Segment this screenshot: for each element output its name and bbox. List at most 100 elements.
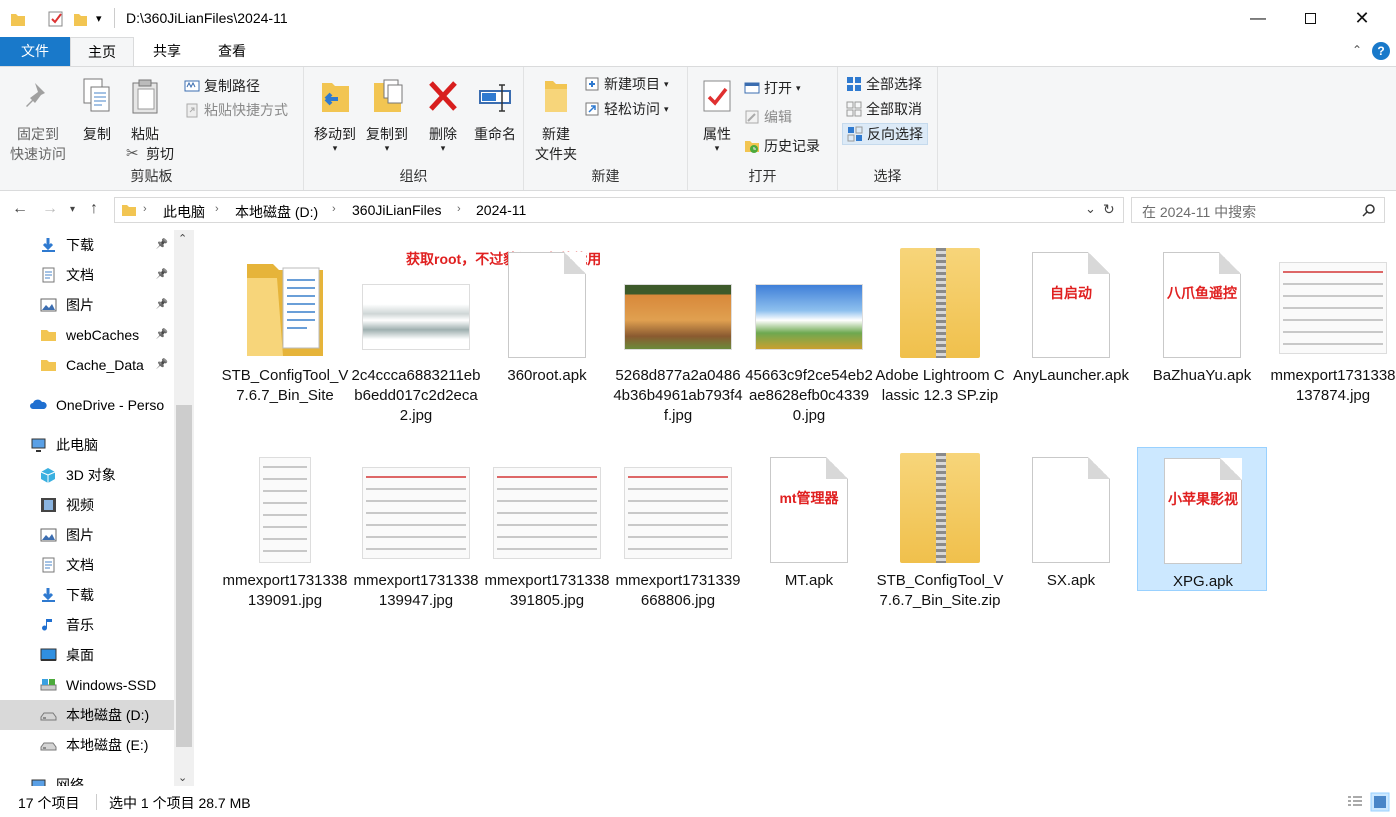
sidebar-item-music[interactable]: 音乐 xyxy=(0,610,174,640)
delete-dropdown-icon: ▾ xyxy=(440,143,446,153)
drive-icon xyxy=(40,742,57,751)
file-item[interactable]: mmexport1731338139091.jpg xyxy=(220,447,350,647)
sidebar-item-label: 文档 xyxy=(66,267,94,283)
breadcrumb-this-pc[interactable]: 此电脑 xyxy=(163,202,205,222)
file-item[interactable]: SX.apk xyxy=(1006,447,1136,647)
rename-button[interactable]: 重命名 xyxy=(468,73,522,144)
details-view-icon[interactable] xyxy=(1346,794,1364,810)
properties-quick-icon[interactable] xyxy=(48,10,64,28)
maximize-button[interactable] xyxy=(1284,0,1336,37)
search-input[interactable]: 在 2024-11 中搜索 xyxy=(1131,197,1385,223)
sidebar-item-drive-d[interactable]: 本地磁盘 (D:) xyxy=(0,700,174,730)
address-dropdown-icon[interactable]: ⌄ xyxy=(1085,201,1096,217)
tab-view[interactable]: 查看 xyxy=(200,37,264,66)
file-item[interactable]: 自启动 AnyLauncher.apk xyxy=(1006,242,1136,442)
tab-file[interactable]: 文件 xyxy=(0,37,70,66)
up-arrow-icon[interactable]: ↑ xyxy=(90,200,98,218)
sidebar-item-webcaches[interactable]: webCaches 📌 xyxy=(0,320,174,350)
history-button[interactable]: 历史记录 xyxy=(744,135,820,157)
easy-access-button[interactable]: 轻松访问 ▾ xyxy=(584,98,669,120)
nav-scrollbar-thumb[interactable] xyxy=(176,405,192,747)
file-item[interactable]: 360root.apk xyxy=(482,242,612,442)
apk-file-icon: 自启动 xyxy=(1032,252,1110,358)
properties-button[interactable]: 属性 ▾ xyxy=(694,73,740,153)
new-folder-button[interactable]: 新建 文件夹 xyxy=(528,73,584,164)
sidebar-item-onedrive[interactable]: OneDrive - Perso xyxy=(0,390,174,420)
sidebar-item-downloads[interactable]: 下载 📌 xyxy=(0,230,174,260)
pin-quick-access-button[interactable]: 固定到 快速访问 xyxy=(6,73,70,164)
address-bar[interactable]: › 此电脑 › 本地磁盘 (D:) › 360JiLianFiles › 202… xyxy=(114,197,1124,223)
paste-shortcut-button[interactable]: 粘贴快捷方式 xyxy=(184,99,288,121)
edit-button[interactable]: 编辑 xyxy=(744,106,792,128)
select-none-button[interactable]: 全部取消 xyxy=(846,98,922,120)
back-arrow-icon[interactable]: ← xyxy=(12,200,28,218)
copy-to-label: 复制到 xyxy=(366,126,408,142)
file-thumbnail xyxy=(875,242,1005,358)
forward-arrow-icon[interactable]: → xyxy=(42,200,58,218)
file-item[interactable]: 小苹果影视 XPG.apk xyxy=(1137,447,1267,591)
cut-button[interactable]: ✂ 剪切 xyxy=(126,143,174,165)
sidebar-item-pictures-pc[interactable]: 图片 xyxy=(0,520,174,550)
file-item[interactable]: 45663c9f2ce54eb2ae8628efb0c43390.jpg xyxy=(744,242,874,442)
sidebar-item-this-pc[interactable]: 此电脑 xyxy=(0,430,174,460)
file-item[interactable]: 5268d877a2a04864b36b4961ab793f4f.jpg xyxy=(613,242,743,442)
file-item[interactable]: 2c4ccca6883211ebb6edd017c2d2eca2.jpg xyxy=(351,242,481,442)
sidebar-item-pictures[interactable]: 图片 📌 xyxy=(0,290,174,320)
open-group-label: 打开 xyxy=(748,168,777,184)
file-item[interactable]: STB_ConfigTool_V7.6.7_Bin_Site.zip xyxy=(875,447,1005,647)
sidebar-item-drive-e[interactable]: 本地磁盘 (E:) xyxy=(0,730,174,760)
file-item[interactable]: mmexport1731338137874.jpg xyxy=(1268,242,1396,442)
scroll-up-icon[interactable]: ⌃ xyxy=(178,232,187,245)
file-item[interactable]: mmexport1731339668806.jpg xyxy=(613,447,743,647)
file-thumbnail xyxy=(875,447,1005,563)
sidebar-item-cache-data[interactable]: Cache_Data 📌 xyxy=(0,350,174,380)
sidebar-item-3d-objects[interactable]: 3D 对象 xyxy=(0,460,174,490)
sidebar-item-videos[interactable]: 视频 xyxy=(0,490,174,520)
explorer-window: ▾ D:\360JiLianFiles\2024-11 — ✕ 文件 主页 共享… xyxy=(0,0,1396,817)
file-item[interactable]: mt管理器 MT.apk xyxy=(744,447,874,647)
copy-to-button[interactable]: 复制到 ▾ xyxy=(362,73,412,153)
sidebar-item-documents[interactable]: 文档 📌 xyxy=(0,260,174,290)
tab-home[interactable]: 主页 xyxy=(70,37,134,67)
file-item[interactable]: STB_ConfigTool_V7.6.7_Bin_Site xyxy=(220,242,350,442)
sidebar-item-network[interactable]: 网络 xyxy=(0,770,174,786)
large-icons-view-icon[interactable] xyxy=(1370,792,1390,812)
help-icon[interactable]: ? xyxy=(1372,42,1390,60)
quick-access-dropdown-icon[interactable]: ▾ xyxy=(96,12,102,30)
invert-selection-button[interactable]: 反向选择 xyxy=(842,123,928,145)
new-item-button[interactable]: 新建项目 ▾ xyxy=(584,73,669,95)
open-icon xyxy=(744,82,760,94)
file-item[interactable]: Adobe Lightroom Classic 12.3 SP.zip xyxy=(875,242,1005,442)
collapse-ribbon-icon[interactable]: ⌃ xyxy=(1352,43,1362,57)
scroll-down-icon[interactable]: ⌄ xyxy=(178,771,187,784)
screenshot-thumbnail xyxy=(259,457,311,563)
breadcrumb-2024-11[interactable]: 2024-11 xyxy=(476,202,526,218)
tab-share[interactable]: 共享 xyxy=(134,37,200,66)
file-item[interactable]: mmexport1731338139947.jpg xyxy=(351,447,481,647)
file-name: 360root.apk xyxy=(507,367,587,384)
recent-locations-icon[interactable]: ▾ xyxy=(70,204,75,215)
sidebar-item-documents-pc[interactable]: 文档 xyxy=(0,550,174,580)
apk-file-icon: 八爪鱼遥控 xyxy=(1163,252,1241,358)
refresh-icon[interactable]: ↻ xyxy=(1103,201,1115,218)
close-button[interactable]: ✕ xyxy=(1336,0,1388,37)
file-name: mmexport1731338137874.jpg xyxy=(1270,367,1396,404)
sidebar-item-label: 音乐 xyxy=(66,617,94,633)
paste-button[interactable]: 粘贴 xyxy=(122,73,168,144)
file-item[interactable]: 八爪鱼遥控 BaZhuaYu.apk xyxy=(1137,242,1267,442)
new-folder-quick-icon[interactable] xyxy=(72,10,88,28)
move-to-button[interactable]: 移动到 ▾ xyxy=(310,73,360,153)
select-all-button[interactable]: 全部选择 xyxy=(846,73,922,95)
minimize-button[interactable]: — xyxy=(1232,0,1284,37)
copy-button[interactable]: 复制 xyxy=(72,73,122,144)
copy-path-button[interactable]: 复制路径 xyxy=(184,75,260,97)
delete-button[interactable]: 删除 ▾ xyxy=(420,73,466,153)
open-button[interactable]: 打开 ▾ xyxy=(744,77,801,99)
sidebar-item-windows-ssd[interactable]: Windows-SSD xyxy=(0,670,174,700)
sidebar-item-downloads-pc[interactable]: 下载 xyxy=(0,580,174,610)
sidebar-item-desktop[interactable]: 桌面 xyxy=(0,640,174,670)
breadcrumb-360jilianfiles[interactable]: 360JiLianFiles xyxy=(352,202,442,218)
file-item[interactable]: mmexport1731338391805.jpg xyxy=(482,447,612,647)
network-icon xyxy=(31,779,46,786)
breadcrumb-drive-d[interactable]: 本地磁盘 (D:) xyxy=(235,202,318,222)
